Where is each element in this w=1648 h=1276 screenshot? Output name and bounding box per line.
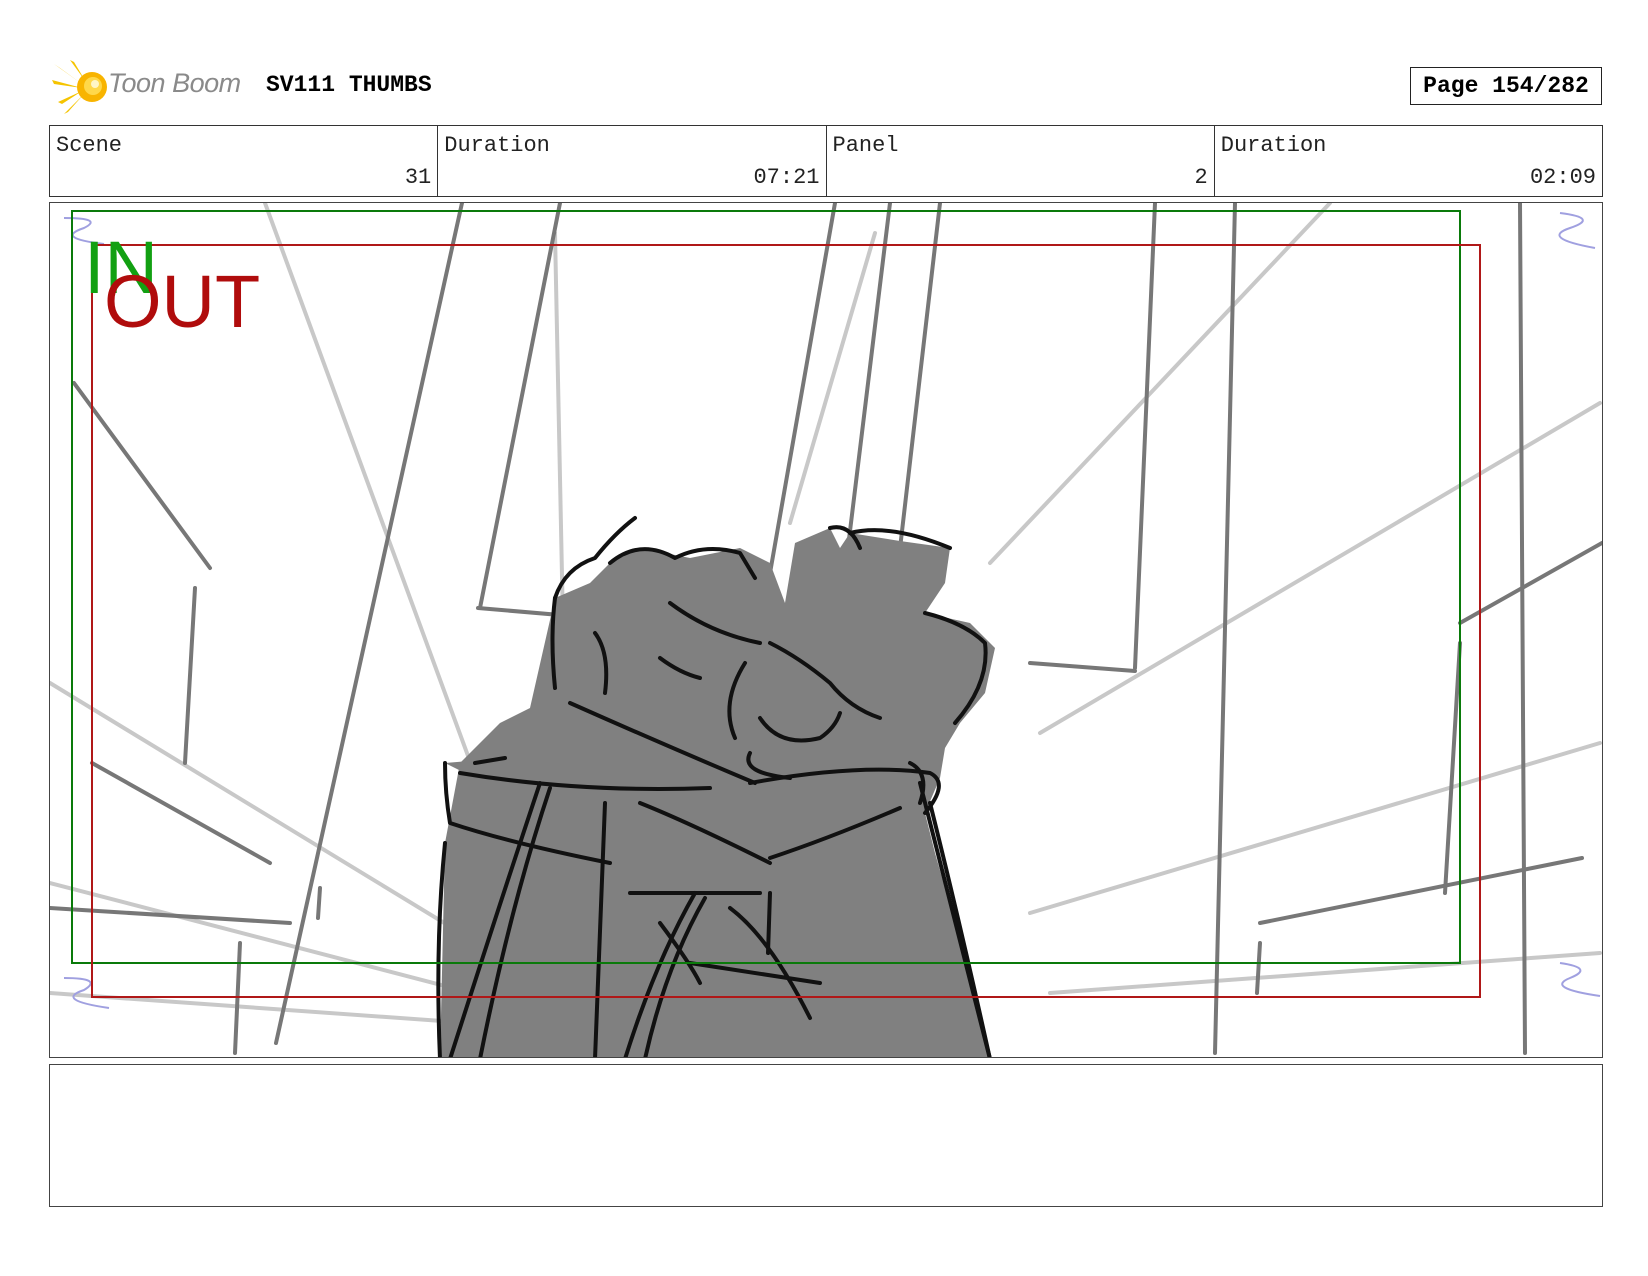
page-indicator: Page 154/282	[1410, 67, 1602, 105]
panel-info-table: Scene 31 Duration 07:21 Panel 2 Duration…	[49, 125, 1603, 197]
panel-duration-value: 02:09	[1529, 165, 1596, 190]
panel-duration-label: Duration	[1220, 133, 1327, 158]
panel-sketch: IN OUT	[50, 203, 1602, 1057]
panel-cell: Panel 2	[827, 126, 1215, 196]
storyboard-panel: IN OUT	[49, 202, 1603, 1058]
scene-label: Scene	[56, 133, 123, 158]
scene-duration-cell: Duration 07:21	[438, 126, 827, 196]
toon-boom-logo-icon	[52, 60, 107, 114]
panel-label: Panel	[832, 133, 899, 158]
panel-duration-cell: Duration 02:09	[1215, 126, 1602, 196]
scene-value: 31	[404, 165, 432, 190]
panel-value: 2	[1194, 165, 1208, 190]
out-frame-label: OUT	[104, 260, 260, 343]
scene-duration-value: 07:21	[753, 165, 820, 190]
project-title: SV111 THUMBS	[266, 72, 432, 98]
scene-cell: Scene 31	[50, 126, 439, 196]
scene-duration-label: Duration	[444, 133, 550, 158]
logo-wordmark: Toon Boom	[108, 68, 241, 98]
panel-notes-box	[49, 1064, 1603, 1207]
